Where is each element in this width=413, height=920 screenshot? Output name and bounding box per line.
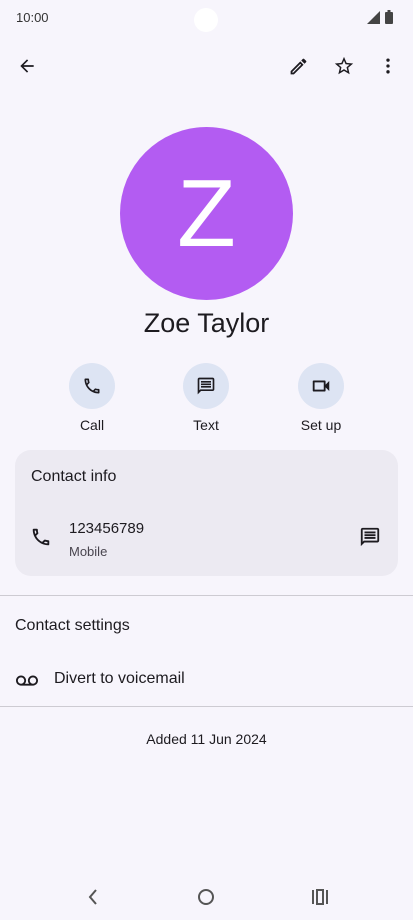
navigation-bar xyxy=(0,876,413,920)
text-label: Text xyxy=(193,417,219,433)
battery-icon xyxy=(385,10,393,24)
phone-type: Mobile xyxy=(69,544,108,559)
contact-info-card: Contact info 123456789 Mobile xyxy=(15,450,398,576)
app-bar xyxy=(0,48,413,86)
phone-number: 123456789 xyxy=(69,520,145,537)
nav-home-button[interactable] xyxy=(188,879,224,915)
contact-settings-title: Contact settings xyxy=(15,617,130,634)
recents-icon xyxy=(312,889,328,905)
nav-back-button[interactable] xyxy=(75,879,111,915)
voicemail-icon xyxy=(16,675,38,686)
divider xyxy=(0,595,413,596)
status-bar: 10:00 xyxy=(0,0,413,36)
text-button[interactable] xyxy=(183,363,229,409)
favorite-button[interactable] xyxy=(326,48,362,84)
chevron-left-icon xyxy=(88,889,97,905)
contact-name: Zoe Taylor xyxy=(143,308,270,338)
signal-icon xyxy=(367,10,380,24)
setup-label: Set up xyxy=(300,417,342,433)
status-icons xyxy=(367,10,393,24)
phone-icon xyxy=(84,378,100,394)
message-button[interactable] xyxy=(352,519,388,555)
setup-action[interactable]: Set up xyxy=(275,363,367,433)
nav-recents-button[interactable] xyxy=(302,879,338,915)
edit-button[interactable] xyxy=(280,48,316,84)
message-icon xyxy=(360,527,380,547)
back-arrow-icon xyxy=(20,59,34,73)
call-label: Call xyxy=(79,417,105,433)
status-time: 10:00 xyxy=(16,10,49,25)
divert-to-voicemail-label: Divert to voicemail xyxy=(54,670,185,687)
home-circle-icon xyxy=(198,889,214,905)
call-action[interactable]: Call xyxy=(46,363,138,433)
setup-button[interactable] xyxy=(298,363,344,409)
divert-to-voicemail-row[interactable]: Divert to voicemail xyxy=(0,660,413,698)
phone-row[interactable]: 123456789 Mobile xyxy=(15,510,398,562)
text-action[interactable]: Text xyxy=(160,363,252,433)
more-vert-icon xyxy=(386,58,390,74)
contact-info-title: Contact info xyxy=(31,468,117,485)
back-button[interactable] xyxy=(9,48,45,84)
message-icon xyxy=(197,377,215,395)
star-outline-icon xyxy=(334,56,354,75)
avatar: Z xyxy=(120,127,293,300)
call-button[interactable] xyxy=(69,363,115,409)
divider xyxy=(0,706,413,707)
video-icon xyxy=(312,380,330,392)
camera-cutout xyxy=(194,8,218,32)
more-options-button[interactable] xyxy=(370,48,406,84)
avatar-initial: Z xyxy=(177,159,236,267)
added-date: Added 11 Jun 2024 xyxy=(146,731,267,747)
phone-icon xyxy=(32,528,50,546)
pencil-icon xyxy=(290,58,306,74)
